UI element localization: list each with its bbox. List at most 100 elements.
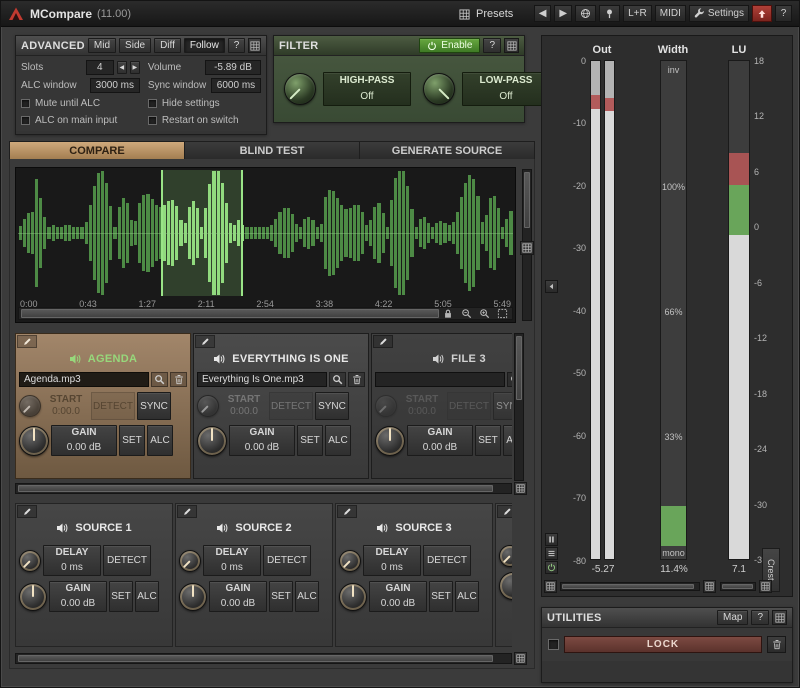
slot-start-display[interactable]: START 0:00.0 — [221, 394, 267, 418]
waveform-vscrollbar-thumb[interactable] — [524, 172, 530, 228]
filter-enable-button[interactable]: Enable — [419, 38, 480, 53]
filter-help-button[interactable]: ? — [483, 38, 501, 53]
slot-gain-knob[interactable] — [19, 426, 49, 456]
source-gain-knob[interactable] — [179, 583, 207, 611]
map-button[interactable]: Map — [717, 610, 748, 625]
meter-zoom-scrollbar-2[interactable] — [720, 582, 756, 591]
advanced-help-button[interactable]: ? — [228, 38, 246, 53]
alc-on-main-input-checkbox[interactable]: ALC on main input — [21, 113, 140, 127]
source-delay-knob[interactable] — [179, 550, 201, 572]
lock-button[interactable]: LOCK — [564, 636, 762, 653]
zoom-in-button[interactable] — [476, 308, 492, 319]
lu-meter-bar[interactable] — [728, 60, 750, 560]
slot-start-knob[interactable] — [19, 395, 41, 417]
slot-detect-button[interactable]: DETECT — [91, 392, 135, 420]
pin-icon-button[interactable] — [599, 5, 620, 22]
sources-multiparameter-button[interactable] — [514, 652, 527, 665]
meter-menu-button[interactable] — [545, 547, 558, 560]
channel-mode-button[interactable]: L+R — [623, 5, 652, 22]
preset-next-button[interactable]: ▶ — [554, 5, 572, 22]
utilities-multiparameter-button[interactable] — [772, 610, 787, 625]
slots-hscrollbar[interactable] — [15, 483, 512, 494]
source-gain-button[interactable]: GAIN 0.00 dB — [209, 581, 267, 612]
slot-start-knob[interactable] — [197, 395, 219, 417]
slot-file-field[interactable]: Everything Is One.mp3 — [197, 372, 327, 387]
zoom-fit-button[interactable] — [494, 308, 510, 319]
highpass-knob[interactable] — [284, 73, 316, 105]
slot-edit-button[interactable] — [17, 335, 37, 348]
side-button[interactable]: Side — [119, 38, 151, 53]
out-meter-bar-left[interactable] — [590, 60, 601, 560]
slot-sync-button[interactable]: SYNC — [315, 392, 349, 420]
source-set-button[interactable]: SET — [269, 581, 293, 612]
follow-button[interactable]: Follow — [184, 38, 225, 53]
slot-start-knob[interactable] — [375, 395, 397, 417]
source-title[interactable]: SOURCE 4 — [496, 516, 512, 540]
source-edit-button[interactable] — [337, 505, 357, 518]
filter-multiparameter-button[interactable] — [504, 38, 519, 53]
slots-decrement-button[interactable]: ◀ — [117, 61, 127, 74]
slot-gain-button[interactable]: GAIN 0.00 dB — [407, 425, 473, 456]
source-edit-button[interactable] — [497, 505, 512, 518]
upgrade-button[interactable] — [752, 5, 772, 22]
waveform-selection[interactable] — [161, 170, 243, 296]
tab-generate-source[interactable]: GENERATE SOURCE — [360, 141, 535, 160]
mute-until-alc-checkbox[interactable]: Mute until ALC — [21, 96, 140, 110]
source-detect-button[interactable]: DETECT — [263, 545, 311, 576]
waveform-scrollbar-thumb[interactable] — [21, 309, 439, 318]
source-alc-button[interactable]: ALC — [455, 581, 479, 612]
slot-title[interactable]: AGENDA — [16, 347, 190, 371]
slot-sync-button[interactable]: SYNC — [137, 392, 171, 420]
meter-zoom-scrollbar-1[interactable] — [560, 582, 700, 591]
meter-power-button[interactable] — [545, 561, 558, 574]
slot-set-button[interactable]: SET — [475, 425, 501, 456]
sources-hscrollbar-thumb[interactable] — [18, 655, 493, 662]
scrollbar-thumb[interactable] — [562, 584, 694, 589]
source-delay-knob[interactable] — [339, 550, 361, 572]
meter-multiparameter-button[interactable] — [544, 580, 557, 593]
meter-collapse-button[interactable] — [545, 280, 558, 293]
source-edit-button[interactable] — [177, 505, 197, 518]
melda-logo-icon[interactable] — [8, 6, 24, 22]
slot-sync-button[interactable]: SYNC — [493, 392, 512, 420]
highpass-button[interactable]: HIGH-PASS Off — [323, 72, 411, 106]
zoom-out-button[interactable] — [458, 308, 474, 319]
slots-vscrollbar-thumb[interactable] — [516, 336, 522, 400]
source-set-button[interactable]: SET — [429, 581, 453, 612]
slot-delete-button[interactable] — [170, 372, 187, 387]
volume-value[interactable]: -5.89 dB — [205, 60, 261, 75]
source-delay-knob[interactable] — [19, 550, 41, 572]
preset-prev-button[interactable]: ◀ — [534, 5, 552, 22]
alc-window-value[interactable]: 3000 ms — [90, 78, 140, 93]
slots-increment-button[interactable]: ▶ — [130, 61, 140, 74]
slot-gain-knob[interactable] — [197, 426, 227, 456]
slot-gain-button[interactable]: GAIN 0.00 dB — [51, 425, 117, 456]
slots-hscrollbar-thumb[interactable] — [18, 485, 493, 492]
presets-button[interactable]: Presets — [453, 5, 519, 23]
source-edit-button[interactable] — [17, 505, 37, 518]
scrollbar-thumb[interactable] — [722, 584, 753, 589]
diff-button[interactable]: Diff — [154, 38, 181, 53]
source-gain-knob[interactable] — [19, 583, 47, 611]
slot-set-button[interactable]: SET — [297, 425, 323, 456]
sources-hscrollbar[interactable] — [15, 653, 512, 664]
slots-vscrollbar[interactable] — [514, 333, 524, 481]
lock-checkbox[interactable] — [548, 639, 559, 650]
source-delay-button[interactable]: DELAY 0 ms — [203, 545, 261, 576]
utilities-help-button[interactable]: ? — [751, 610, 769, 625]
source-delay-button[interactable]: DELAY 0 ms — [363, 545, 421, 576]
sync-window-value[interactable]: 6000 ms — [211, 78, 261, 93]
slot-browse-button[interactable] — [151, 372, 168, 387]
help-button[interactable]: ? — [775, 5, 792, 22]
waveform-display[interactable]: 0:00 0:43 1:27 2:11 2:54 3:38 4:22 5:05 … — [15, 167, 516, 323]
slot-start-display[interactable]: START 0:00.0 — [399, 394, 445, 418]
globe-icon-button[interactable] — [575, 5, 596, 22]
waveform-scrollbar[interactable] — [18, 307, 513, 320]
meter-multiparameter-button[interactable] — [759, 580, 772, 593]
lowpass-button[interactable]: LOW-PASS Off — [462, 72, 550, 106]
slot-gain-button[interactable]: GAIN 0.00 dB — [229, 425, 295, 456]
source-alc-button[interactable]: ALC — [135, 581, 159, 612]
slot-start-display[interactable]: START 0:00.0 — [43, 394, 89, 418]
slot-edit-button[interactable] — [373, 335, 393, 348]
lock-delete-button[interactable] — [767, 636, 786, 653]
